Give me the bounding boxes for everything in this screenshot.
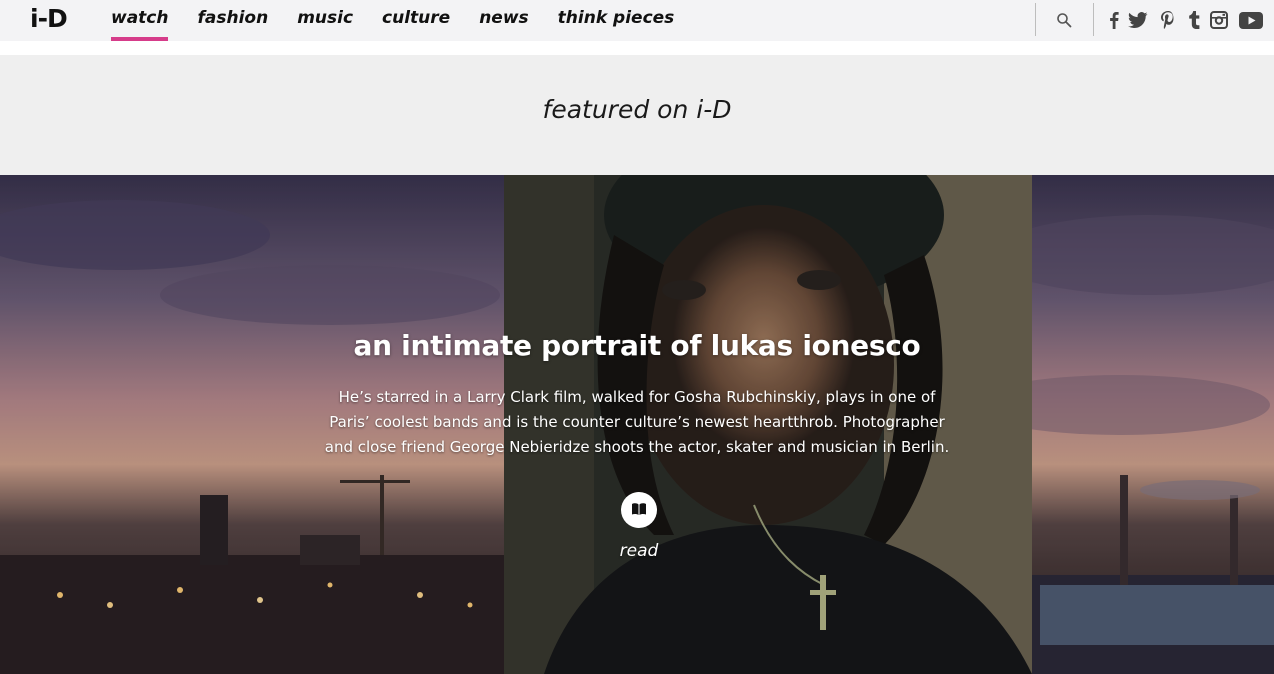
nav-divider xyxy=(1035,3,1036,36)
article-description: He’s starred in a Larry Clark film, walk… xyxy=(324,388,950,456)
featured-article-hero[interactable]: an intimate portrait of lukas ionesco He… xyxy=(0,175,1274,674)
book-icon xyxy=(631,501,647,520)
nav-divider xyxy=(1093,3,1094,36)
twitter-icon[interactable] xyxy=(1127,9,1149,31)
instagram-icon[interactable] xyxy=(1208,9,1230,31)
nav-item-think-pieces[interactable]: think pieces xyxy=(558,0,675,41)
read-button[interactable] xyxy=(621,492,657,528)
featured-section-header: featured on i-D xyxy=(0,55,1274,175)
top-navigation-bar: i-D watch fashion music culture news thi… xyxy=(0,0,1274,41)
search-icon[interactable] xyxy=(1053,9,1075,31)
tumblr-icon[interactable] xyxy=(1183,9,1205,31)
nav-item-music[interactable]: music xyxy=(297,0,353,41)
nav-item-culture[interactable]: culture xyxy=(382,0,450,41)
site-logo[interactable]: i-D xyxy=(30,4,68,34)
read-label[interactable]: read xyxy=(589,541,689,561)
nav-item-fashion[interactable]: fashion xyxy=(197,0,268,41)
main-nav: watch fashion music culture news think p… xyxy=(111,0,703,41)
nav-item-news[interactable]: news xyxy=(479,0,528,41)
facebook-icon[interactable] xyxy=(1103,9,1125,31)
article-title[interactable]: an intimate portrait of lukas ionesco xyxy=(0,329,1274,362)
pinterest-icon[interactable] xyxy=(1157,9,1179,31)
nav-item-watch[interactable]: watch xyxy=(111,0,169,41)
header-spacer xyxy=(0,41,1274,55)
youtube-icon[interactable] xyxy=(1238,9,1264,31)
featured-heading: featured on i-D xyxy=(542,95,732,124)
